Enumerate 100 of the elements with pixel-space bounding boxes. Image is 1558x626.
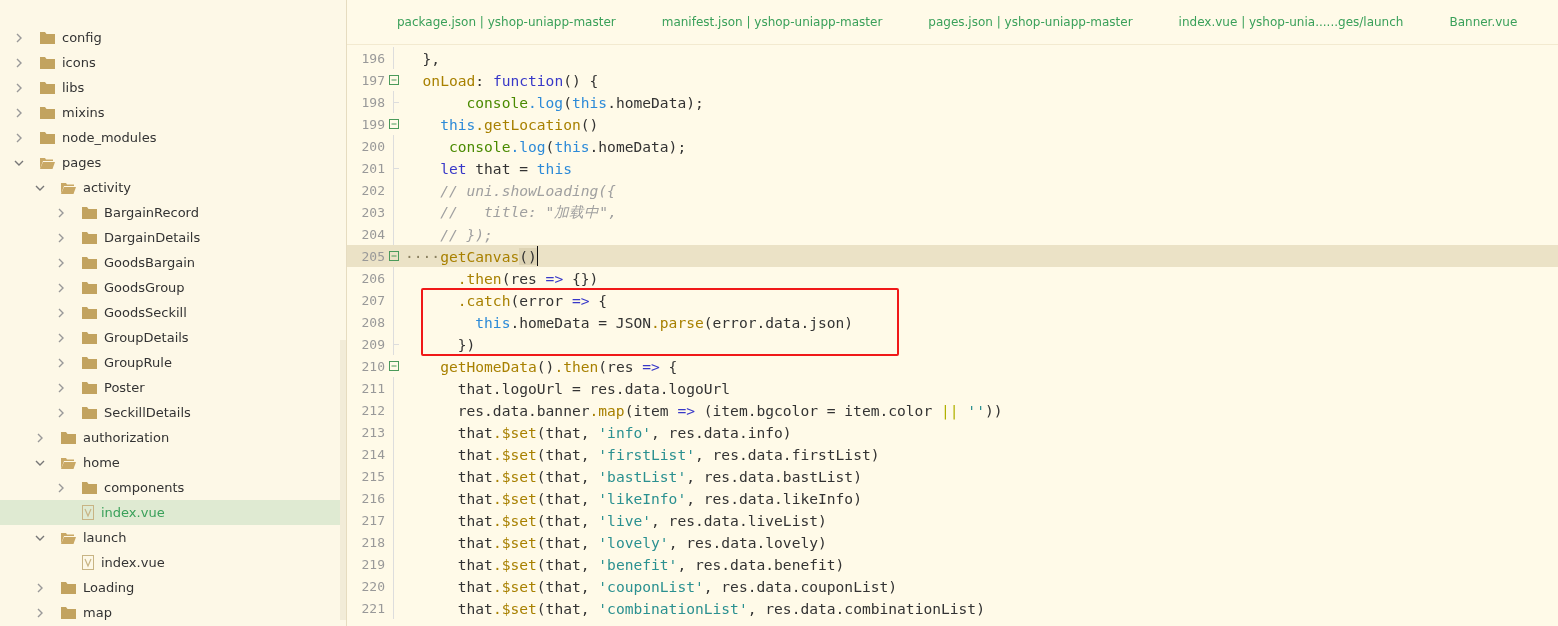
item-label: index.vue xyxy=(101,555,165,570)
folder-icon xyxy=(82,356,97,369)
line-number: 201 xyxy=(360,160,385,176)
line-number: 197 xyxy=(360,72,385,88)
folder-icon xyxy=(82,206,97,219)
item-label: GoodsSeckill xyxy=(104,305,187,320)
item-label: Poster xyxy=(104,380,145,395)
line-number: 206 xyxy=(360,270,385,286)
line-number: 220 xyxy=(360,578,385,594)
folder-item[interactable]: DargainDetails xyxy=(0,225,340,250)
code-line: // uni.showLoading({ xyxy=(439,181,616,199)
line-number: 217 xyxy=(360,512,385,528)
folder-item[interactable]: GoodsGroup xyxy=(0,275,340,300)
folder-icon xyxy=(61,606,76,619)
line-number: 198 xyxy=(360,94,385,110)
folder-icon xyxy=(61,581,76,594)
folder-item[interactable]: mixins xyxy=(0,100,340,125)
code-line: that.$set(that, 'benefit', res.data.benefit) xyxy=(456,555,845,573)
folder-icon xyxy=(40,31,55,44)
line-number: 196 xyxy=(360,50,385,66)
chevron-right-icon xyxy=(56,332,66,343)
code-line: that.$set(that, 'couponList', res.data.couponList) xyxy=(456,577,898,595)
open-folder-icon xyxy=(61,181,76,194)
line-number: 207 xyxy=(360,292,385,308)
folder-item[interactable]: config xyxy=(0,25,340,50)
folder-item[interactable]: launch xyxy=(0,525,340,550)
item-label: pages xyxy=(62,155,102,170)
item-label: index.vue xyxy=(101,505,165,520)
item-label: home xyxy=(83,455,120,470)
folder-icon xyxy=(82,306,97,319)
line-number: 210 xyxy=(360,358,385,374)
code-line: .catch(error => { xyxy=(456,291,608,309)
folder-item[interactable]: GoodsBargain xyxy=(0,250,340,275)
code-line: that.$set(that, 'lovely', res.data.lovely) xyxy=(456,533,827,551)
line-number: 218 xyxy=(360,534,385,550)
folder-item[interactable]: Poster xyxy=(0,375,340,400)
line-number: 214 xyxy=(360,446,385,462)
item-label: node_modules xyxy=(62,130,157,145)
item-label: SeckillDetails xyxy=(104,405,191,420)
code-line: this.getLocation() xyxy=(439,115,599,133)
chevron-right-icon xyxy=(56,282,66,293)
code-line: that.$set(that, 'combinationList', res.data.combinationList) xyxy=(456,599,985,617)
folder-item[interactable]: node_modules xyxy=(0,125,340,150)
item-label: activity xyxy=(83,180,131,195)
folder-item[interactable]: map xyxy=(0,600,340,625)
open-folder-icon xyxy=(61,456,76,469)
folder-item[interactable]: activity xyxy=(0,175,340,200)
chevron-right-icon xyxy=(14,107,24,118)
folder-item[interactable]: BargainRecord xyxy=(0,200,340,225)
line-number: 215 xyxy=(360,468,385,484)
line-number: 216 xyxy=(360,490,385,506)
folder-icon xyxy=(40,106,55,119)
folder-icon xyxy=(61,431,76,444)
folder-item[interactable]: home xyxy=(0,450,340,475)
chevron-right-icon xyxy=(56,307,66,318)
line-number: 204 xyxy=(360,226,385,242)
line-number: 202 xyxy=(360,182,385,198)
folder-icon xyxy=(82,256,97,269)
folder-item[interactable]: Loading xyxy=(0,575,340,600)
chevron-right-icon xyxy=(56,207,66,218)
code-line: // }); xyxy=(439,225,493,243)
line-number: 211 xyxy=(360,380,385,396)
folder-item[interactable]: pages xyxy=(0,150,340,175)
folder-item[interactable]: authorization xyxy=(0,425,340,450)
folder-item[interactable]: GoodsSeckill xyxy=(0,300,340,325)
chevron-right-icon xyxy=(14,32,24,43)
folder-item[interactable]: libs xyxy=(0,75,340,100)
line-number: 208 xyxy=(360,314,385,330)
chevron-right-icon xyxy=(35,432,45,443)
item-label: components xyxy=(104,480,185,495)
line-number: 219 xyxy=(360,556,385,572)
folder-item[interactable]: GroupDetails xyxy=(0,325,340,350)
code-line: that.$set(that, 'info', res.data.info) xyxy=(456,423,792,441)
code-line: ····getCanvas() xyxy=(405,247,537,265)
text-cursor xyxy=(536,246,538,266)
item-label: mixins xyxy=(62,105,105,120)
scrollbar[interactable] xyxy=(340,340,346,620)
code-line: onLoad: function() { xyxy=(421,71,599,89)
chevron-right-icon xyxy=(56,407,66,418)
code-line: // title: "加载中", xyxy=(439,202,617,222)
chevron-right-icon xyxy=(56,382,66,393)
chevron-right-icon xyxy=(56,232,66,243)
folder-item[interactable]: SeckillDetails xyxy=(0,400,340,425)
code-line: res.data.banner.map(item => (item.bgcolor = item.color || '')) xyxy=(456,401,1003,419)
chevron-right-icon xyxy=(35,607,45,618)
line-number: 199 xyxy=(360,116,385,132)
vue-file-icon xyxy=(82,505,94,520)
item-label: BargainRecord xyxy=(104,205,199,220)
folder-item[interactable]: GroupRule xyxy=(0,350,340,375)
folder-icon xyxy=(82,481,97,494)
file-item[interactable]: index.vue xyxy=(0,550,340,575)
line-number: 205 xyxy=(360,248,385,264)
folder-item[interactable]: components xyxy=(0,475,340,500)
line-number: 213 xyxy=(360,424,385,440)
chevron-right-icon xyxy=(56,257,66,268)
code-line: .then(res => {}) xyxy=(456,269,599,287)
code-line: that.$set(that, 'firstList', res.data.firstList) xyxy=(456,445,880,463)
chevron-right-icon xyxy=(56,482,66,493)
folder-item[interactable]: icons xyxy=(0,50,340,75)
item-label: Loading xyxy=(83,580,135,595)
